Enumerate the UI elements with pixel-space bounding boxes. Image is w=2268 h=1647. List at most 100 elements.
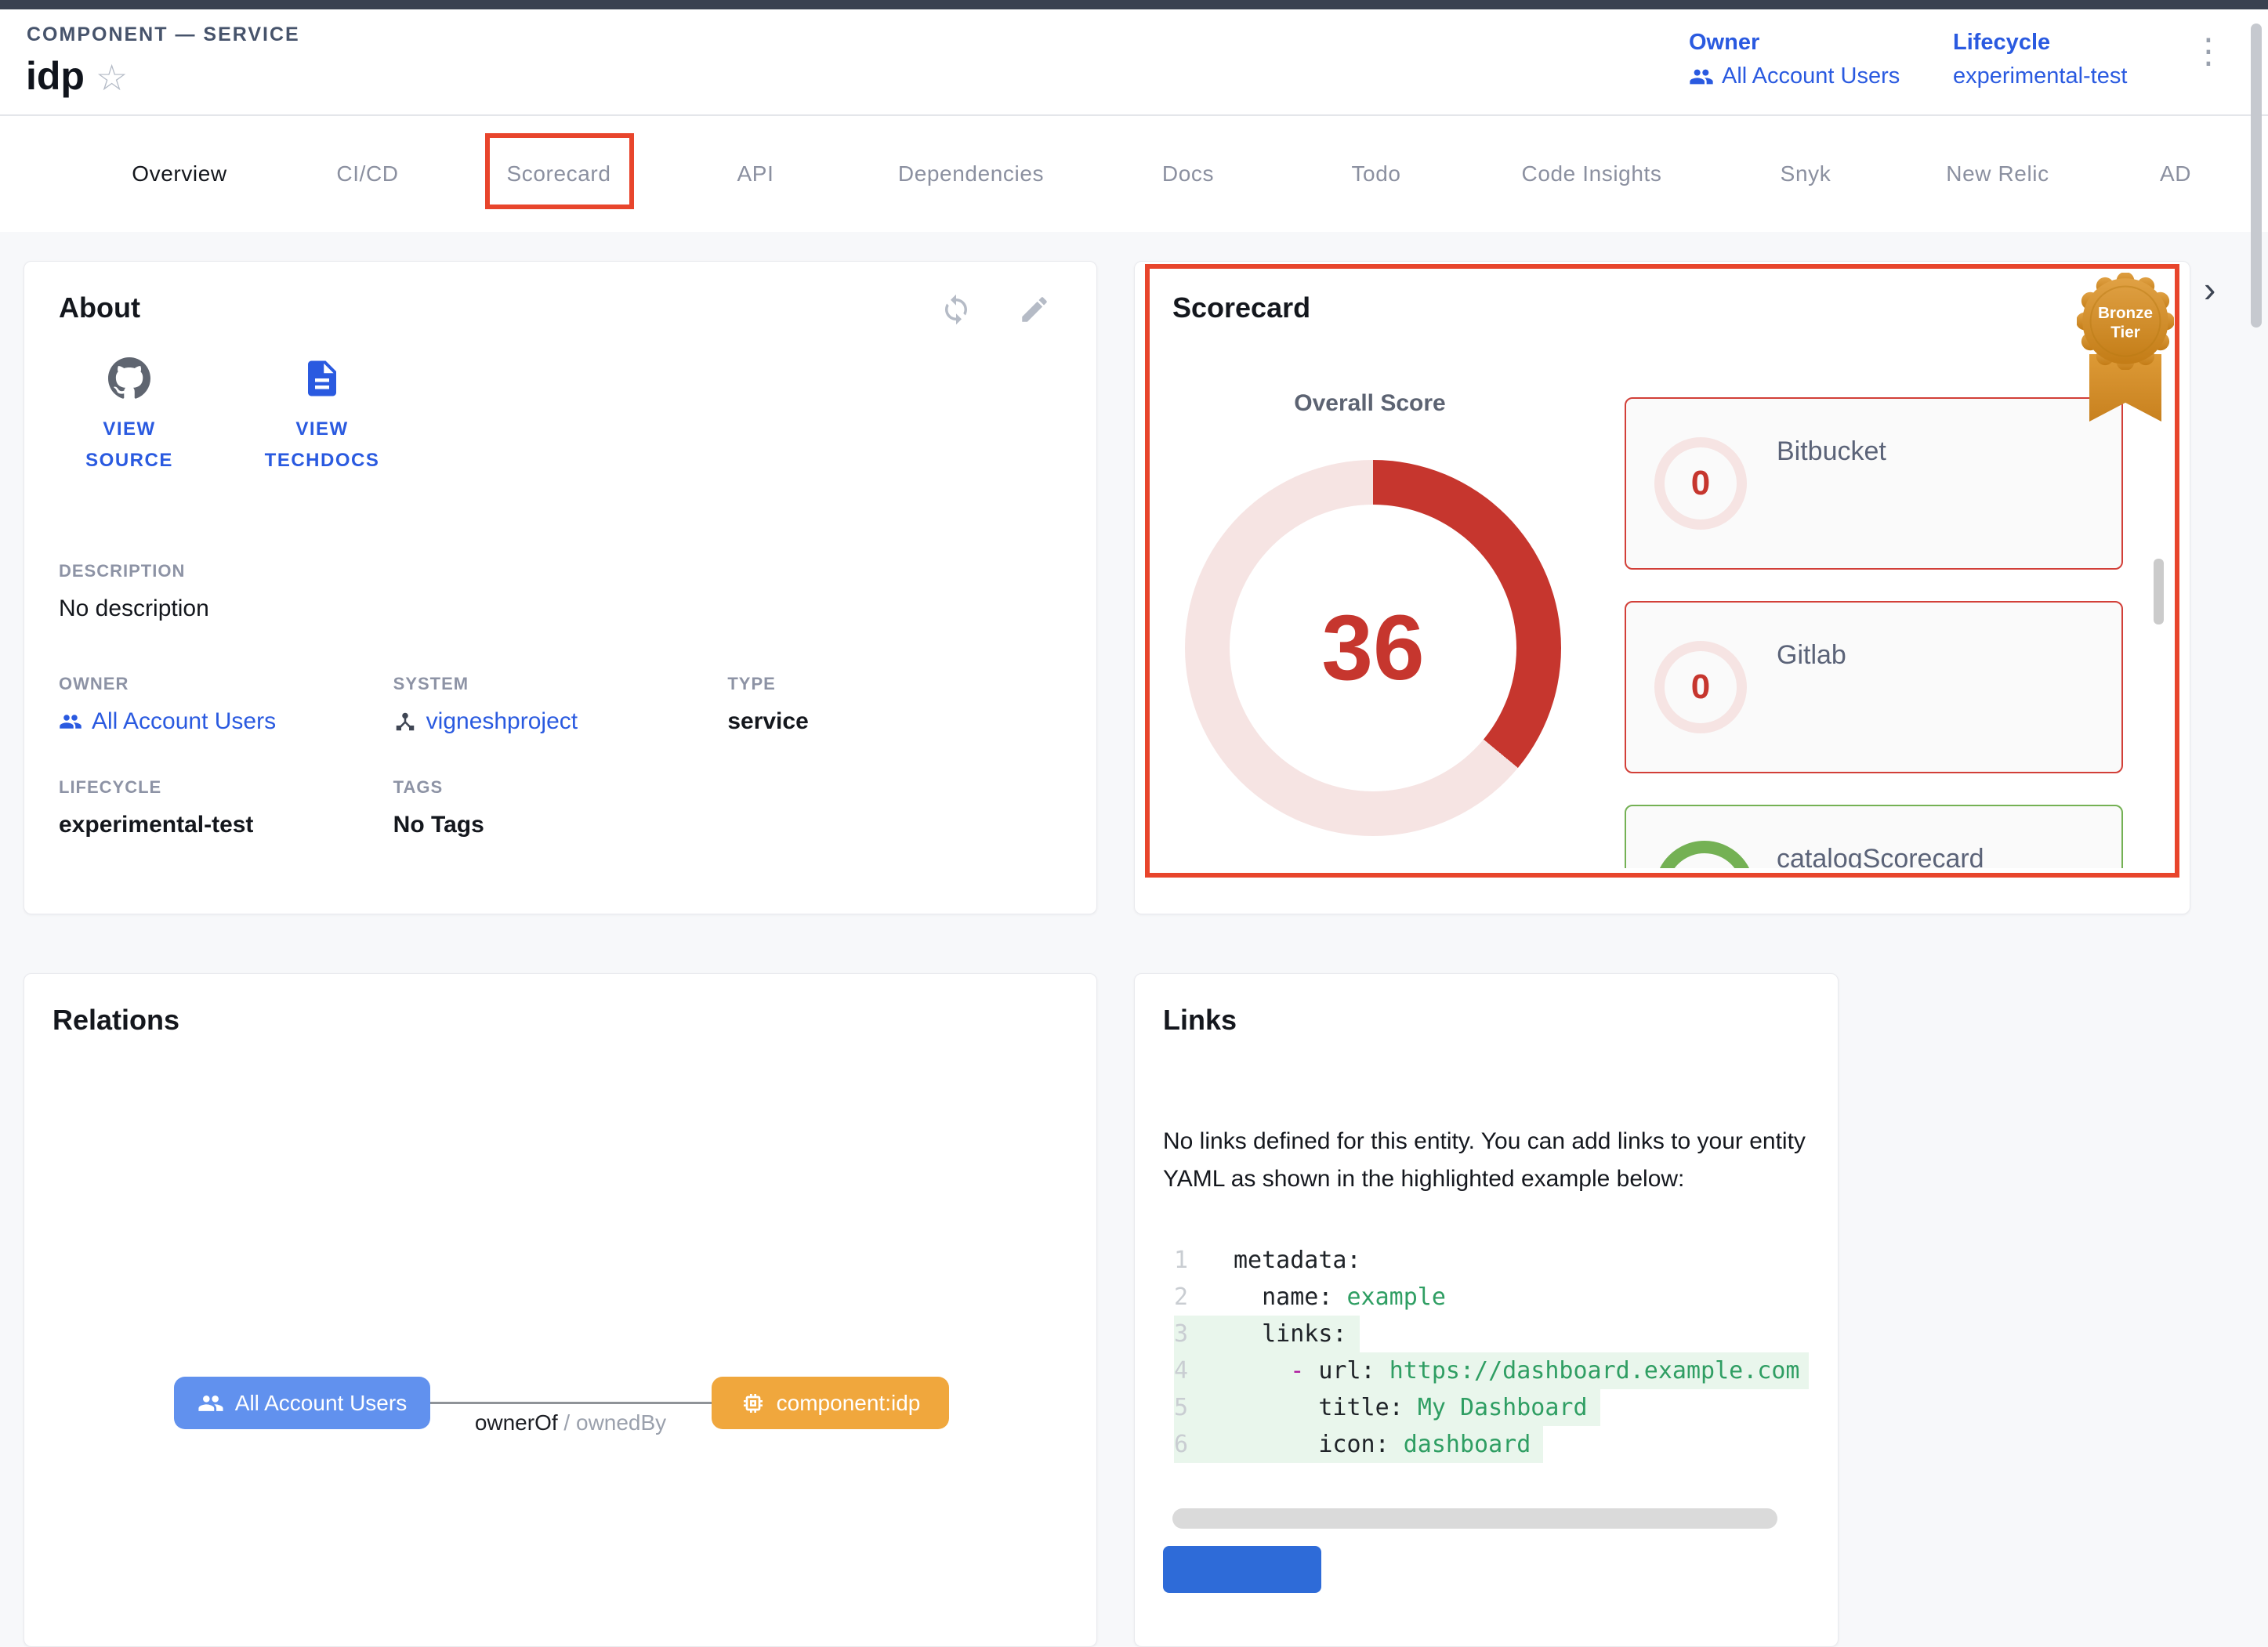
type-field: TYPE service bbox=[727, 674, 1062, 735]
badge-rosette: Bronze Tier bbox=[2077, 273, 2174, 370]
view-source-link[interactable]: VIEW SOURCE bbox=[67, 357, 192, 476]
view-techdocs-link[interactable]: VIEW TECHDOCS bbox=[259, 357, 385, 476]
line-number: 5 bbox=[1174, 1389, 1207, 1426]
breadcrumb: COMPONENT — SERVICE bbox=[27, 24, 300, 46]
tab-scorecard[interactable]: Scorecard bbox=[506, 116, 610, 232]
relation-edge-label: ownerOf / ownedBy bbox=[475, 1410, 666, 1435]
system-hub-icon bbox=[393, 710, 417, 733]
edit-icon[interactable] bbox=[1018, 293, 1051, 326]
description-value: No description bbox=[59, 595, 1062, 622]
yaml-code-block: 1metadata:2 name: example3 links:4 - url… bbox=[1174, 1242, 1809, 1463]
tab-todo[interactable]: Todo bbox=[1351, 116, 1400, 232]
users-icon bbox=[197, 1390, 224, 1417]
line-number: 2 bbox=[1174, 1279, 1207, 1316]
code-line: 1metadata: bbox=[1174, 1242, 1374, 1279]
scorecard-item-catalogscorecard[interactable]: 100 catalogScorecard bbox=[1625, 805, 2123, 868]
links-card: Links No links defined for this entity. … bbox=[1134, 973, 1839, 1647]
chip-icon bbox=[741, 1391, 766, 1416]
scorecard-item-name: Bitbucket bbox=[1777, 436, 1886, 467]
edge-label-primary: ownerOf bbox=[475, 1410, 558, 1435]
type-field-value: service bbox=[727, 708, 1062, 735]
tags-field: TAGS No Tags bbox=[393, 777, 728, 838]
kebab-menu-icon[interactable]: ⋮ bbox=[2191, 33, 2226, 71]
line-number: 1 bbox=[1174, 1242, 1207, 1279]
scorecard-item-gitlab[interactable]: 0 Gitlab bbox=[1625, 601, 2123, 773]
tab-ci-cd[interactable]: CI/CD bbox=[336, 116, 398, 232]
scorecard-title: Scorecard bbox=[1172, 291, 2152, 324]
code-horizontal-scrollbar[interactable] bbox=[1172, 1508, 1777, 1529]
lifecycle-field-label: LIFECYCLE bbox=[59, 777, 393, 798]
tags-field-label: TAGS bbox=[393, 777, 728, 798]
badge-text-line1: Bronze bbox=[2098, 304, 2153, 322]
view-source-label: VIEW SOURCE bbox=[67, 414, 192, 476]
scorecard-item-name: Gitlab bbox=[1777, 640, 1846, 671]
line-number: 4 bbox=[1174, 1352, 1207, 1389]
techdocs-icon bbox=[301, 357, 343, 400]
relation-node-owner[interactable]: All Account Users bbox=[174, 1377, 430, 1429]
tab-ad[interactable]: AD bbox=[2160, 116, 2204, 232]
scorecard-item-bitbucket[interactable]: 0Bitbucket bbox=[1625, 397, 2123, 570]
header-owner-block: Owner All Account Users bbox=[1689, 30, 1900, 89]
lifecycle-value: experimental-test bbox=[1953, 63, 2127, 89]
line-number: 6 bbox=[1174, 1426, 1207, 1463]
page-scrollbar[interactable] bbox=[2251, 24, 2262, 328]
owner-field: OWNER All Account Users bbox=[59, 674, 393, 735]
tags-field-value: No Tags bbox=[393, 812, 728, 838]
scorecard-list: 0Bitbucket 0 Gitlab 100 catalogScorecard bbox=[1625, 397, 2123, 868]
tab-code-insights[interactable]: Code Insights bbox=[1521, 116, 1661, 232]
relations-card: Relations bbox=[24, 973, 1097, 1647]
tab-dependencies[interactable]: Dependencies bbox=[898, 116, 1044, 232]
code-line: 2 name: example bbox=[1174, 1279, 1458, 1316]
relation-node-component-label: component:idp bbox=[777, 1391, 921, 1416]
scorecard-item-score: 100 bbox=[1654, 841, 1755, 868]
owner-field-label: OWNER bbox=[59, 674, 393, 694]
owner-label: Owner bbox=[1689, 30, 1900, 56]
code-line: 4 - url: https://dashboard.example.com bbox=[1174, 1352, 1809, 1389]
about-title: About bbox=[59, 291, 140, 324]
tab-new-relic[interactable]: New Relic bbox=[1946, 116, 2049, 232]
relation-node-owner-label: All Account Users bbox=[235, 1391, 407, 1416]
overall-score-label: Overall Score bbox=[1294, 390, 1445, 417]
tab-api[interactable]: API bbox=[737, 116, 774, 232]
scorecard-list-scrollbar[interactable] bbox=[2154, 559, 2164, 624]
scorecard-item-score: 0 bbox=[1654, 641, 1747, 733]
favorite-star-icon[interactable]: ☆ bbox=[96, 60, 128, 96]
owner-link[interactable]: All Account Users bbox=[1689, 63, 1900, 89]
code-line: 5 title: My Dashboard bbox=[1174, 1389, 1600, 1426]
system-field-label: SYSTEM bbox=[393, 674, 728, 694]
top-bar bbox=[0, 0, 2268, 9]
overall-score-value: 36 bbox=[1185, 460, 1561, 836]
users-icon bbox=[59, 710, 82, 733]
edge-label-secondary: ownedBy bbox=[576, 1410, 666, 1435]
tab-snyk[interactable]: Snyk bbox=[1781, 116, 1831, 232]
relation-node-component[interactable]: component:idp bbox=[712, 1377, 949, 1429]
owner-value: All Account Users bbox=[1722, 63, 1900, 89]
lifecycle-label: Lifecycle bbox=[1953, 30, 2127, 56]
system-field-link[interactable]: vigneshproject bbox=[393, 708, 728, 735]
users-icon bbox=[1689, 64, 1714, 89]
tab-overview[interactable]: Overview bbox=[132, 116, 227, 232]
links-title: Links bbox=[1163, 1004, 1810, 1037]
system-field-value: vigneshproject bbox=[426, 708, 578, 735]
header-lifecycle-block: Lifecycle experimental-test bbox=[1953, 30, 2127, 89]
code-line: 6 icon: dashboard bbox=[1174, 1426, 1543, 1463]
bronze-tier-badge: Bronze Tier bbox=[2064, 273, 2186, 429]
relation-edge bbox=[430, 1402, 712, 1404]
refresh-icon[interactable] bbox=[940, 293, 973, 326]
edge-label-separator: / bbox=[558, 1410, 576, 1435]
links-empty-text: No links defined for this entity. You ca… bbox=[1163, 1123, 1806, 1198]
owner-field-link[interactable]: All Account Users bbox=[59, 708, 393, 735]
badge-text-line2: Tier bbox=[2110, 324, 2140, 342]
system-field: SYSTEM vigneshproject bbox=[393, 674, 728, 735]
links-action-button[interactable] bbox=[1163, 1546, 1321, 1593]
relations-title: Relations bbox=[53, 1004, 1068, 1037]
lifecycle-field-value: experimental-test bbox=[59, 812, 393, 838]
chevron-right-icon[interactable]: › bbox=[2204, 230, 2215, 348]
github-icon bbox=[108, 357, 150, 400]
about-card: About VIEW SOURCE VIEW TECHDOCS DESCRIPT… bbox=[24, 261, 1097, 914]
lifecycle-field: LIFECYCLE experimental-test bbox=[59, 777, 393, 838]
tab-docs[interactable]: Docs bbox=[1162, 116, 1214, 232]
line-number: 3 bbox=[1174, 1316, 1207, 1352]
scorecard-item-name: catalogScorecard bbox=[1777, 844, 1984, 868]
overall-score-gauge: 36 bbox=[1185, 460, 1561, 836]
